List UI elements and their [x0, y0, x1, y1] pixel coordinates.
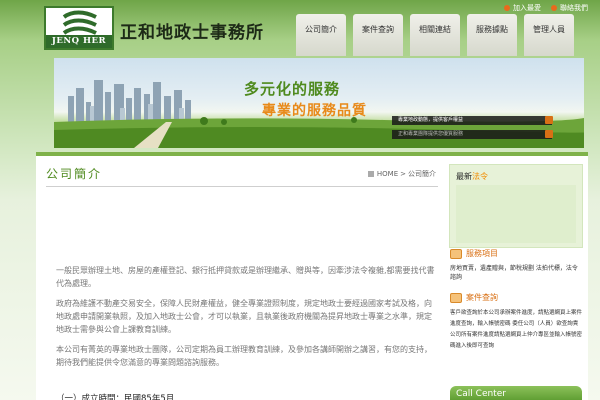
- slogan-diverse-service: 多元化的服務: [244, 80, 341, 98]
- news-title-accent: 法令: [472, 172, 488, 181]
- header: JENQ HER 正和地政士事務所 加入最愛 聯絡我們 公司簡介 案件查詢 相關…: [0, 0, 600, 58]
- caption-arrow-icon: [545, 130, 553, 138]
- latest-laws-list: [456, 185, 576, 243]
- nav-tab-about[interactable]: 公司簡介: [296, 14, 346, 56]
- intro-paragraph: 一般民眾辦理土地、房屋的產權登記、銀行抵押貸款或是辦理繼承、贈與等，因牽涉法令複…: [56, 266, 435, 288]
- dot-icon: [551, 5, 557, 11]
- nav-tab-links[interactable]: 相關連結: [410, 14, 460, 56]
- page-title: 公司簡介: [46, 167, 103, 181]
- city-skyline: [68, 80, 191, 122]
- latest-laws-box: 最新法令: [449, 164, 583, 248]
- services-header[interactable]: 服務項目: [450, 248, 498, 259]
- nav-tab-staff[interactable]: 管理人員: [524, 14, 574, 56]
- call-center-button[interactable]: Call Center: [450, 386, 582, 400]
- news-title-main: 最新: [456, 172, 472, 181]
- logo-mark-icon: [62, 10, 97, 35]
- contact-us-label: 聯絡我們: [560, 4, 588, 12]
- dot-icon: [504, 5, 510, 11]
- query-icon: [450, 292, 462, 303]
- intro-text: 一般民眾辦理土地、房屋的產權登記、銀行抵押貸款或是辦理繼承、贈與等，因牽涉法令複…: [56, 264, 438, 376]
- breadcrumb: HOME > 公司簡介: [367, 169, 436, 179]
- page: JENQ HER 正和地政士事務所 加入最愛 聯絡我們 公司簡介 案件查詢 相關…: [0, 0, 600, 400]
- nav-tab-locations[interactable]: 服務據點: [467, 14, 517, 56]
- logo[interactable]: JENQ HER: [44, 6, 114, 50]
- home-icon: [367, 171, 374, 177]
- breadcrumb-separator: >: [400, 170, 406, 178]
- slogan-professional-quality: 專業的服務品質: [262, 103, 367, 119]
- sidebar: 最新法令 服務項目 房地買賣，遺產贈與，節稅規劃 法拍代標，法令諮詢 案件查詢 …: [444, 152, 588, 400]
- main-nav: 公司簡介 案件查詢 相關連結 服務據點 管理人員: [296, 14, 574, 56]
- add-favorite-link[interactable]: 加入最愛: [504, 2, 541, 14]
- case-query-text: 客戶欲查詢於本公司承辦案件進度，請點選網頁上案件進度查詢，輸入帳號密碼 委任公司…: [450, 310, 583, 349]
- add-favorite-label: 加入最愛: [513, 4, 541, 12]
- caption-arrow-icon: [545, 116, 553, 124]
- latest-laws-title: 最新法令: [456, 171, 488, 182]
- established-date: （一）成立時間：民國85年5月: [56, 394, 175, 400]
- intro-paragraph: 本公司有菁英的專業地政士團隊，公司定期為員工辦理教育訓練，及參加各講師開辦之講習…: [56, 345, 432, 367]
- hero-banner: 多元化的服務 專業的服務品質 專業地政動態，提供客戶權益 正和專業團隊提供您優質…: [54, 58, 584, 148]
- breadcrumb-current: 公司簡介: [408, 170, 436, 178]
- case-query-title: 案件查詢: [466, 293, 498, 302]
- contact-us-link[interactable]: 聯絡我們: [551, 2, 588, 14]
- services-list: 房地買賣，遺產贈與，節稅規劃 法拍代標，法令諮詢: [450, 265, 578, 281]
- site-title: 正和地政士事務所: [120, 23, 264, 43]
- banner-caption[interactable]: 專業地政動態，提供客戶權益: [392, 116, 552, 125]
- divider: [46, 186, 438, 187]
- service-icon: [450, 248, 462, 259]
- banner-caption[interactable]: 正和專業團隊提供您優質服務: [392, 130, 552, 139]
- intro-paragraph: 政府為維護不動產交易安全，保障人民財產權益，健全專業證照制度，規定地政士要經過國…: [56, 299, 432, 334]
- logo-text: JENQ HER: [46, 35, 112, 48]
- case-query-header[interactable]: 案件查詢: [450, 292, 498, 303]
- nav-tab-case-query[interactable]: 案件查詢: [353, 14, 403, 56]
- breadcrumb-home[interactable]: HOME: [377, 170, 398, 178]
- services-title: 服務項目: [466, 249, 498, 258]
- top-links: 加入最愛 聯絡我們: [504, 2, 588, 14]
- main-content: 公司簡介 HOME > 公司簡介 一般民眾辦理土地、房屋的產權登記、銀行抵押貸款…: [36, 152, 444, 400]
